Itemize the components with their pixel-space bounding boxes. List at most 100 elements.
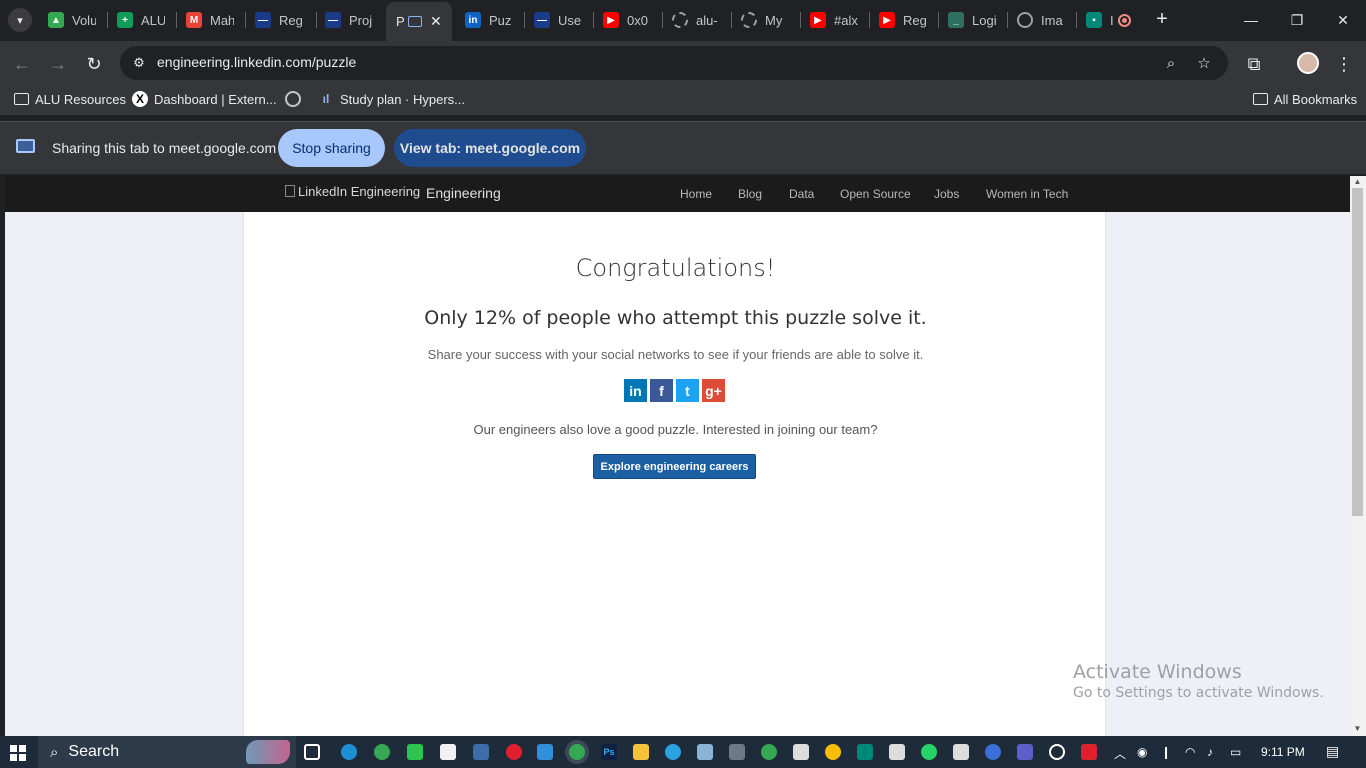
zoom-icon[interactable]: ⌕ bbox=[1160, 53, 1182, 73]
back-button[interactable]: ← bbox=[8, 50, 36, 78]
forward-button[interactable]: → bbox=[44, 50, 72, 78]
extensions-button[interactable]: ⧉ bbox=[1240, 50, 1268, 78]
windows-start-icon[interactable] bbox=[10, 745, 26, 761]
calculator-icon[interactable] bbox=[729, 744, 745, 760]
tab-1[interactable]: ▲ Volu bbox=[40, 5, 108, 35]
bookmark-alu-resources[interactable]: ALU Resources bbox=[13, 91, 126, 107]
arrow-left-icon: ← bbox=[13, 53, 31, 74]
minimize-button[interactable]: — bbox=[1228, 6, 1274, 34]
notifications-icon[interactable]: ▤ bbox=[1326, 743, 1339, 760]
tab-title: ALU bbox=[141, 12, 165, 28]
acrobat-icon[interactable] bbox=[1081, 744, 1097, 760]
twitter-share-icon[interactable]: t bbox=[676, 379, 699, 402]
word-icon[interactable] bbox=[473, 744, 489, 760]
tab-divider bbox=[1076, 12, 1077, 28]
whatsapp-icon[interactable] bbox=[921, 744, 937, 760]
tab-14[interactable]: _ Logi bbox=[940, 5, 1008, 35]
tab-7[interactable]: in Puz bbox=[457, 5, 525, 35]
linkedin-share-icon[interactable]: in bbox=[624, 379, 647, 402]
tab-search-button[interactable]: ▾ bbox=[8, 8, 32, 32]
tab-8[interactable]: — Use bbox=[526, 5, 594, 35]
bookmark-study-plan[interactable]: ıl Study plan · Hypers... bbox=[318, 91, 465, 107]
nav-open-source[interactable]: Open Source bbox=[840, 187, 911, 201]
broken-image-icon bbox=[285, 185, 295, 197]
teams-icon[interactable] bbox=[1017, 744, 1033, 760]
chrome-profile-icon[interactable] bbox=[761, 744, 777, 760]
bookmark-star-icon[interactable]: ☆ bbox=[1193, 53, 1215, 73]
app-icon-2[interactable] bbox=[985, 744, 1001, 760]
chrome-icon[interactable] bbox=[374, 744, 390, 760]
url-text[interactable]: engineering.linkedin.com/puzzle bbox=[157, 54, 356, 70]
notepad-icon[interactable] bbox=[440, 744, 456, 760]
app-icon[interactable] bbox=[407, 744, 423, 760]
tab-15[interactable]: Ima bbox=[1009, 5, 1077, 35]
capcut-icon-3[interactable] bbox=[953, 744, 969, 760]
camera-icon[interactable]: ◉ bbox=[1137, 745, 1147, 759]
nav-home[interactable]: Home bbox=[680, 187, 712, 201]
stop-sharing-button[interactable]: Stop sharing bbox=[278, 129, 385, 167]
notes-icon[interactable] bbox=[697, 744, 713, 760]
capcut-icon[interactable] bbox=[793, 744, 809, 760]
page-scrollbar[interactable]: ▲ ▼ bbox=[1350, 176, 1366, 736]
explore-careers-button[interactable]: Explore engineering careers bbox=[593, 454, 756, 479]
tab-3[interactable]: M Mah bbox=[178, 5, 246, 35]
bookmark-globe[interactable] bbox=[285, 91, 307, 107]
tab-6-active[interactable]: P ✕ bbox=[386, 2, 452, 41]
menu-button[interactable]: ⋮ bbox=[1330, 50, 1358, 78]
chrome-canary-icon[interactable] bbox=[825, 744, 841, 760]
tab-9[interactable]: ▶ 0x0 bbox=[595, 5, 663, 35]
capcut-icon-2[interactable] bbox=[889, 744, 905, 760]
tab-2[interactable]: + ALU bbox=[109, 5, 177, 35]
tab-12[interactable]: ▶ #alx bbox=[802, 5, 870, 35]
telegram-icon[interactable] bbox=[665, 744, 681, 760]
restore-button[interactable]: ❐ bbox=[1274, 6, 1320, 34]
tab-5[interactable]: — Proj bbox=[317, 5, 385, 35]
taskbar-search[interactable]: ⌕ Search bbox=[38, 736, 296, 768]
photoshop-icon[interactable]: Ps bbox=[601, 744, 617, 760]
edge-icon[interactable] bbox=[341, 744, 357, 760]
volume-icon[interactable]: ♪ bbox=[1207, 745, 1213, 759]
system-clock[interactable]: 9:11 PM bbox=[1261, 745, 1305, 759]
facebook-share-icon[interactable]: f bbox=[650, 379, 673, 402]
tab-11[interactable]: My bbox=[733, 5, 801, 35]
site-icon: _ bbox=[948, 12, 964, 28]
google-meet-icon[interactable] bbox=[857, 744, 873, 760]
nav-jobs[interactable]: Jobs bbox=[934, 187, 959, 201]
address-bar[interactable]: ⚙ engineering.linkedin.com/puzzle ⌕ ☆ bbox=[120, 46, 1228, 80]
reload-button[interactable]: ↻ bbox=[80, 50, 108, 78]
profile-avatar[interactable] bbox=[1297, 52, 1319, 74]
battery-icon[interactable]: ▭ bbox=[1230, 745, 1241, 759]
tab-10[interactable]: alu- bbox=[664, 5, 732, 35]
tab-title: Reg bbox=[903, 12, 927, 28]
file-explorer-icon[interactable] bbox=[633, 744, 649, 760]
vscode-icon[interactable] bbox=[537, 744, 553, 760]
nav-blog[interactable]: Blog bbox=[738, 187, 762, 201]
tray-expand-icon[interactable]: ︿ bbox=[1114, 745, 1126, 762]
microphone-icon[interactable]: ❙ bbox=[1161, 745, 1171, 759]
scroll-thumb[interactable] bbox=[1352, 188, 1363, 516]
google-plus-share-icon[interactable]: g+ bbox=[702, 379, 725, 402]
tab-divider bbox=[176, 12, 177, 28]
wifi-icon[interactable]: ◠ bbox=[1185, 745, 1195, 759]
close-window-button[interactable]: ✕ bbox=[1320, 6, 1366, 34]
tab-4[interactable]: — Reg bbox=[247, 5, 315, 35]
site-name[interactable]: Engineering bbox=[426, 185, 501, 201]
scroll-up-icon[interactable]: ▲ bbox=[1352, 177, 1363, 187]
arrow-right-icon: → bbox=[49, 53, 67, 74]
opera-icon[interactable] bbox=[506, 744, 522, 760]
task-view-icon[interactable] bbox=[304, 744, 320, 760]
site-settings-icon[interactable]: ⚙ bbox=[128, 53, 150, 73]
tab-13[interactable]: ▶ Reg bbox=[871, 5, 939, 35]
all-bookmarks[interactable]: All Bookmarks bbox=[1252, 91, 1357, 107]
chrome-active-icon[interactable] bbox=[569, 744, 585, 760]
nav-data[interactable]: Data bbox=[789, 187, 814, 201]
nav-women-in-tech[interactable]: Women in Tech bbox=[986, 187, 1068, 201]
new-tab-button[interactable]: + bbox=[1151, 8, 1173, 30]
close-tab-icon[interactable]: ✕ bbox=[430, 13, 442, 30]
obs-icon[interactable] bbox=[1049, 744, 1065, 760]
scroll-down-icon[interactable]: ▼ bbox=[1352, 724, 1363, 734]
bookmark-dashboard[interactable]: X Dashboard | Extern... bbox=[132, 91, 277, 107]
site-logo[interactable]: LinkedIn Engineering bbox=[285, 184, 420, 199]
tab-16[interactable]: ▪ I bbox=[1078, 5, 1142, 35]
view-tab-button[interactable]: View tab: meet.google.com bbox=[394, 129, 586, 167]
